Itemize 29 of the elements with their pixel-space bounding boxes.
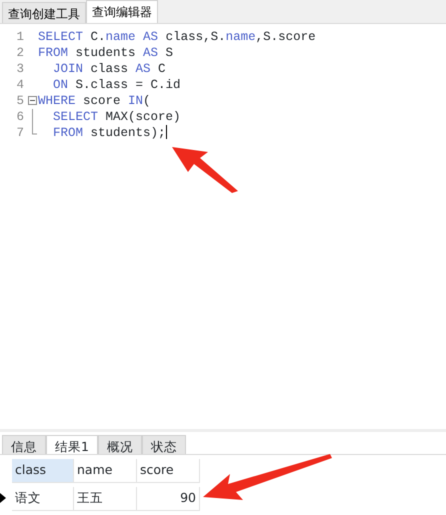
- collapse-icon[interactable]: [28, 96, 37, 105]
- code-line: ON S.class = C.id: [52, 77, 181, 93]
- editor-tab[interactable]: 查询编辑器: [86, 0, 158, 23]
- code-line: SELECT MAX(score): [52, 109, 181, 125]
- line-number: 5: [15, 93, 25, 109]
- column-header[interactable]: name: [74, 459, 137, 483]
- result-tab[interactable]: 信息: [2, 435, 46, 454]
- result-tab[interactable]: 概况: [98, 435, 142, 454]
- column-header[interactable]: score: [137, 459, 200, 483]
- line-number: 2: [15, 45, 25, 61]
- code-line: SELECT C.name AS class,S.name,S.score: [38, 29, 316, 45]
- text-cursor: [166, 125, 167, 139]
- result-tab[interactable]: 状态: [142, 435, 186, 454]
- line-number: 1: [15, 29, 25, 45]
- result-tab[interactable]: 结果1: [46, 435, 98, 454]
- line-number: 6: [15, 109, 25, 125]
- column-header[interactable]: class: [12, 459, 74, 483]
- line-number: 4: [15, 77, 25, 93]
- code-line: FROM students AS S: [38, 45, 174, 61]
- code-line: JOIN class AS C: [52, 61, 166, 77]
- arrow-annotation: [172, 147, 238, 193]
- line-number: 7: [15, 125, 25, 141]
- table-cell: 90: [137, 487, 200, 511]
- table-cell: 王五: [74, 487, 137, 511]
- code-line: FROM students);: [52, 125, 166, 141]
- code-line: WHERE score IN(: [38, 93, 151, 109]
- editor-tab[interactable]: 查询创建工具: [2, 2, 86, 23]
- line-number: 3: [15, 61, 25, 77]
- table-cell: 语文: [12, 487, 74, 511]
